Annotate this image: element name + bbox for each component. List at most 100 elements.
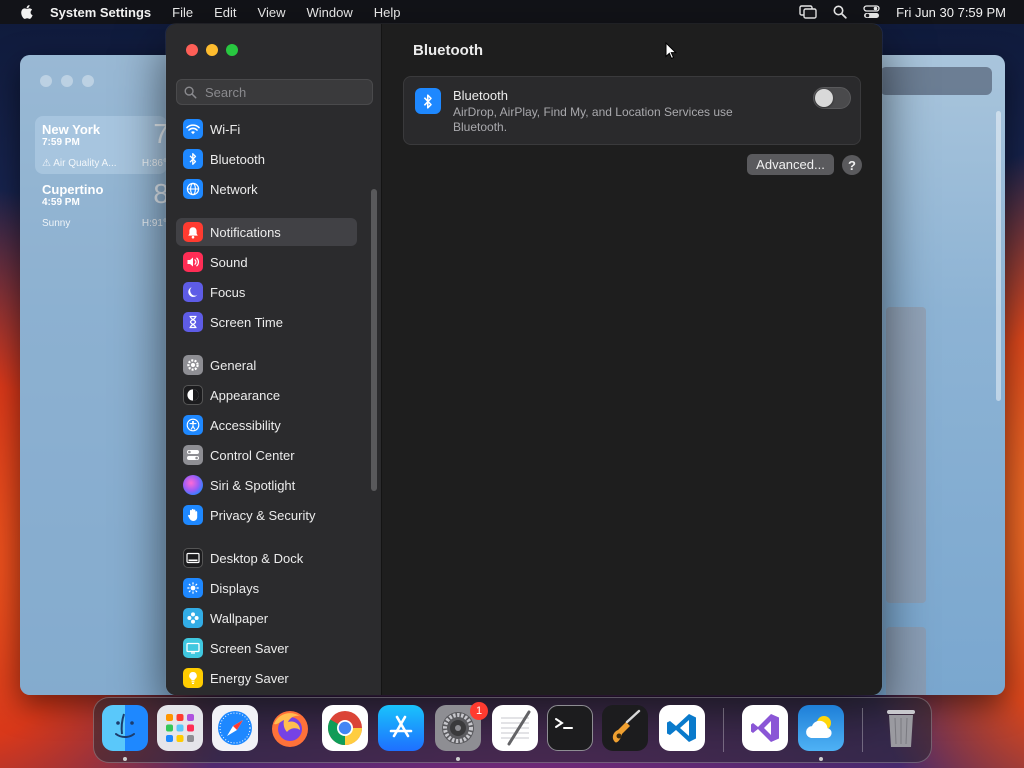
sidebar-item-appearance[interactable]: Appearance xyxy=(176,381,357,409)
hourglass-icon xyxy=(183,312,203,332)
menu-bar: System Settings File Edit View Window He… xyxy=(0,0,1024,24)
app-name-menu[interactable]: System Settings xyxy=(50,5,151,20)
garageband-icon[interactable] xyxy=(602,705,648,751)
sidebar-item-notifications[interactable]: Notifications xyxy=(176,218,357,246)
screen-mirroring-icon[interactable] xyxy=(799,5,817,19)
textedit-icon[interactable] xyxy=(492,705,538,751)
city-name: New York xyxy=(42,122,101,137)
spotlight-search-icon[interactable] xyxy=(833,5,847,19)
settings-sidebar: Search Wi-Fi Bluetooth Network Notificat… xyxy=(166,24,382,695)
city-time: 4:59 PM xyxy=(42,197,80,208)
visual-studio-icon[interactable] xyxy=(742,705,788,751)
dock-separator xyxy=(862,708,863,752)
sidebar-item-label: Focus xyxy=(210,284,246,300)
settings-content: Bluetooth Bluetooth AirDrop, AirPlay, Fi… xyxy=(383,24,882,695)
weather-city-card[interactable]: Cupertino 4:59 PM 8 Sunny H:91° xyxy=(35,176,169,234)
globe-icon xyxy=(183,179,203,199)
sidebar-item-control-center[interactable]: Control Center xyxy=(176,441,357,469)
dock-icon xyxy=(183,548,203,568)
sidebar-item-general[interactable]: General xyxy=(176,351,357,379)
sidebar-item-desktop-dock[interactable]: Desktop & Dock xyxy=(176,544,357,572)
weather-search-bar[interactable] xyxy=(880,67,992,95)
sidebar-item-label: Wallpaper xyxy=(210,610,269,626)
sidebar-item-energy-saver[interactable]: Energy Saver xyxy=(176,664,357,692)
sidebar-item-sound[interactable]: Sound xyxy=(176,248,357,276)
toggle-knob xyxy=(815,89,833,107)
menu-help[interactable]: Help xyxy=(374,5,401,20)
sidebar-item-label: Displays xyxy=(210,580,260,596)
firefox-icon[interactable] xyxy=(267,705,313,751)
help-button[interactable]: ? xyxy=(842,155,862,175)
sidebar-item-label: Screen Time xyxy=(210,314,283,330)
zoom-button[interactable] xyxy=(226,44,238,56)
sidebar-item-label: Notifications xyxy=(210,224,281,240)
siri-icon xyxy=(183,475,203,495)
city-high: H:91° xyxy=(141,218,167,229)
running-indicator xyxy=(123,757,127,761)
sidebar-item-label: Control Center xyxy=(210,447,295,463)
sidebar-item-label: Bluetooth xyxy=(210,151,265,167)
sidebar-item-label: General xyxy=(210,357,257,373)
sidebar-item-screen-saver[interactable]: Screen Saver xyxy=(176,634,357,662)
sidebar-item-label: Screen Saver xyxy=(210,640,289,656)
sidebar-item-network[interactable]: Network xyxy=(176,175,357,203)
weather-window-controls[interactable] xyxy=(40,75,94,87)
moon-icon xyxy=(183,282,203,302)
bluetooth-card-description: AirDrop, AirPlay, Find My, and Location … xyxy=(453,105,733,134)
sidebar-item-wallpaper[interactable]: Wallpaper xyxy=(176,604,357,632)
finder-icon[interactable] xyxy=(102,705,148,751)
sidebar-item-focus[interactable]: Focus xyxy=(176,278,357,306)
sidebar-item-screen-time[interactable]: Screen Time xyxy=(176,308,357,336)
menu-view[interactable]: View xyxy=(258,5,286,20)
weather-app-icon[interactable] xyxy=(798,705,844,751)
sidebar-item-wifi[interactable]: Wi-Fi xyxy=(176,115,357,143)
app-store-icon[interactable] xyxy=(378,705,424,751)
menu-edit[interactable]: Edit xyxy=(214,5,236,20)
apple-logo-icon[interactable] xyxy=(18,3,36,21)
terminal-icon[interactable] xyxy=(547,705,593,751)
close-button[interactable] xyxy=(186,44,198,56)
trash-icon[interactable] xyxy=(878,705,924,751)
bluetooth-toggle[interactable] xyxy=(813,87,851,109)
screen-saver-icon xyxy=(183,638,203,658)
weather-scrollbar[interactable] xyxy=(996,111,1001,401)
sidebar-item-siri-spotlight[interactable]: Siri & Spotlight xyxy=(176,471,357,499)
dock-separator xyxy=(723,708,724,752)
launchpad-icon[interactable] xyxy=(157,705,203,751)
bell-icon xyxy=(183,222,203,242)
displays-icon xyxy=(183,578,203,598)
bluetooth-card-title: Bluetooth xyxy=(453,88,508,103)
weather-panel xyxy=(886,627,926,695)
advanced-button[interactable]: Advanced... xyxy=(747,154,834,175)
wallpaper-icon xyxy=(183,608,203,628)
bluetooth-icon xyxy=(183,149,203,169)
dock: 1 xyxy=(93,697,932,763)
sidebar-item-label: Appearance xyxy=(210,387,281,403)
weather-panel xyxy=(886,307,926,603)
sidebar-item-accessibility[interactable]: Accessibility xyxy=(176,411,357,439)
chrome-icon[interactable] xyxy=(322,705,368,751)
vscode-icon[interactable] xyxy=(659,705,705,751)
warning-icon: ⚠︎ xyxy=(42,158,54,169)
sidebar-item-privacy-security[interactable]: Privacy & Security xyxy=(176,501,357,529)
search-input[interactable]: Search xyxy=(176,79,373,105)
minimize-button[interactable] xyxy=(206,44,218,56)
menu-window[interactable]: Window xyxy=(306,5,352,20)
city-condition: Sunny xyxy=(42,218,71,229)
sidebar-item-displays[interactable]: Displays xyxy=(176,574,357,602)
menu-bar-clock[interactable]: Fri Jun 30 7:59 PM xyxy=(896,5,1006,20)
safari-icon[interactable] xyxy=(212,705,258,751)
running-indicator xyxy=(456,757,460,761)
sidebar-item-bluetooth[interactable]: Bluetooth xyxy=(176,145,357,173)
weather-city-card[interactable]: New York 7:59 PM 7 ⚠︎ Air Quality A... H… xyxy=(35,116,169,174)
city-time: 7:59 PM xyxy=(42,137,80,148)
control-center-menu-icon[interactable] xyxy=(863,5,880,19)
sidebar-scrollbar[interactable] xyxy=(371,189,377,491)
gear-icon xyxy=(183,355,203,375)
notification-badge: 1 xyxy=(470,702,488,720)
menu-file[interactable]: File xyxy=(172,5,193,20)
sidebar-item-label: Desktop & Dock xyxy=(210,550,304,566)
window-controls xyxy=(186,44,238,56)
page-title: Bluetooth xyxy=(413,42,483,59)
sidebar-item-label: Network xyxy=(210,181,258,197)
